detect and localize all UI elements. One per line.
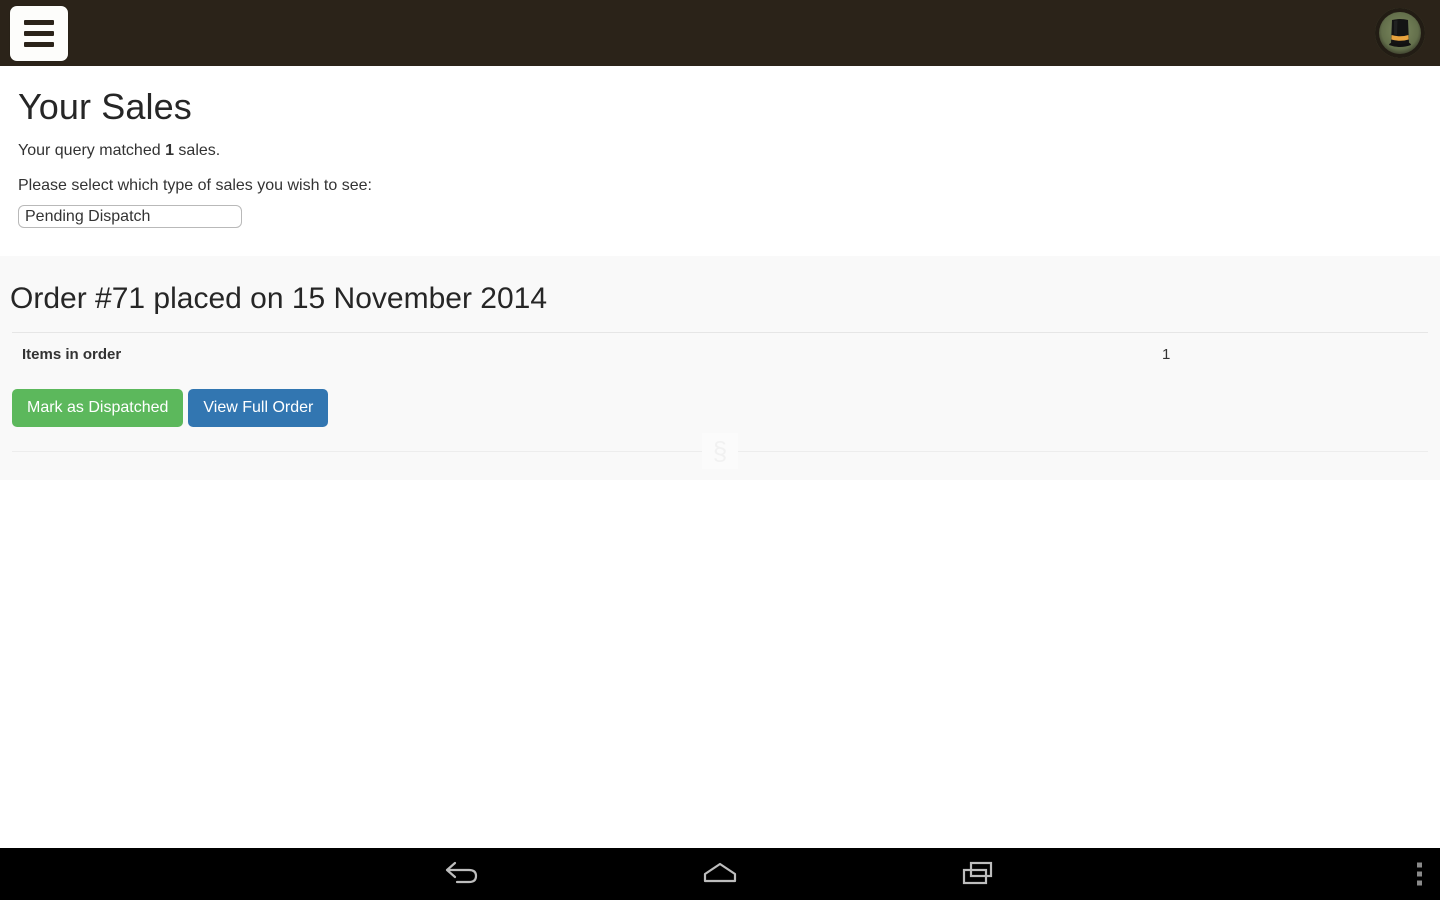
- mark-as-dispatched-button[interactable]: Mark as Dispatched: [12, 389, 184, 427]
- page-content: Your Sales Your query matched 1 sales. P…: [0, 66, 1440, 480]
- items-in-order-value: 1: [1162, 346, 1171, 363]
- recent-apps-icon[interactable]: [957, 859, 1001, 889]
- section-symbol-watermark-icon: §: [702, 433, 738, 469]
- sales-type-label: Please select which type of sales you wi…: [18, 177, 372, 194]
- back-arrow-icon[interactable]: [439, 859, 483, 889]
- overflow-menu-icon[interactable]: [1417, 862, 1422, 886]
- order-actions: Mark as Dispatched View Full Order: [0, 363, 1440, 427]
- hamburger-menu-icon: [24, 19, 54, 25]
- overflow-dot: [1417, 862, 1422, 868]
- items-in-order-label: Items in order: [22, 346, 122, 363]
- home-icon[interactable]: [698, 859, 742, 889]
- query-count: 1: [165, 142, 174, 159]
- query-result-text: Your query matched 1 sales.: [0, 128, 1440, 160]
- overflow-dot: [1417, 880, 1422, 886]
- order-card: Order #71 placed on 15 November 2014 Ite…: [0, 256, 1440, 480]
- query-suffix: sales.: [178, 142, 221, 159]
- overflow-dot: [1417, 871, 1422, 877]
- sales-type-select-wrapper: Pending Dispatch: [0, 195, 1440, 228]
- page-title: Your Sales: [18, 86, 192, 127]
- app-bar: [0, 0, 1440, 66]
- order-heading: Order #71 placed on 15 November 2014: [10, 282, 548, 315]
- hamburger-menu-icon-bar: [24, 41, 54, 47]
- query-prefix: Your query matched: [18, 142, 161, 159]
- hamburger-menu-button[interactable]: [10, 5, 68, 61]
- view-full-order-button[interactable]: View Full Order: [188, 389, 329, 427]
- sales-type-select[interactable]: Pending Dispatch: [18, 205, 242, 228]
- items-in-order-row: Items in order 1: [12, 333, 1428, 363]
- top-hat-avatar-icon: [1375, 8, 1425, 58]
- avatar[interactable]: [1375, 8, 1425, 58]
- hamburger-menu-icon-bar: [24, 30, 54, 36]
- order-footer-divider: §: [12, 433, 1428, 469]
- android-navigation-bar: [0, 848, 1440, 900]
